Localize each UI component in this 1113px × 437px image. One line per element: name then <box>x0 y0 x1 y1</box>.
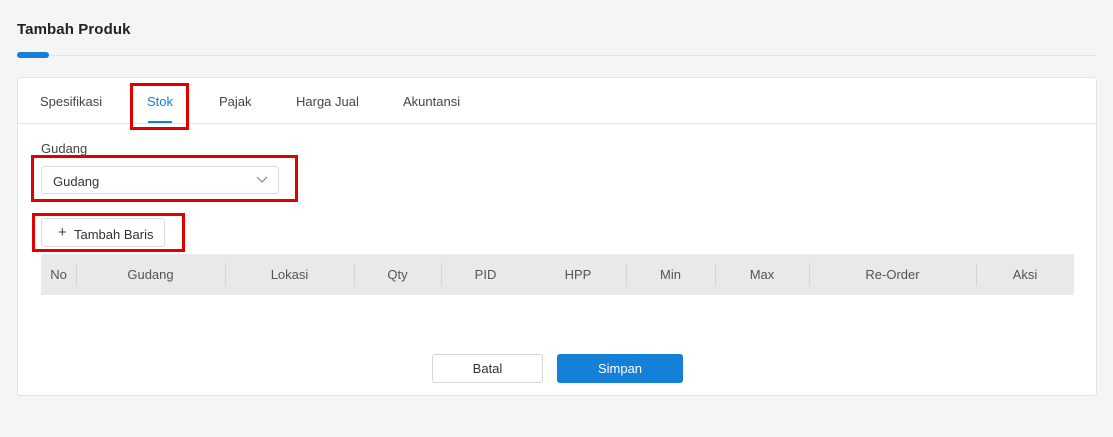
column-header-aksi: Aksi <box>1012 267 1038 282</box>
add-row-button[interactable]: + Tambah Baris <box>41 218 165 247</box>
column-header-gudang: Gudang <box>127 267 174 282</box>
column-header-lokasi: Lokasi <box>270 267 309 282</box>
cancel-button[interactable]: Batal <box>432 354 543 383</box>
tab-spesifikasi[interactable]: Spesifikasi <box>40 94 102 109</box>
warehouse-label: Gudang <box>41 141 88 156</box>
column-header-min: Min <box>660 267 681 282</box>
column-header-re-order: Re-Order <box>865 267 920 282</box>
column-header-pid: PID <box>474 267 497 282</box>
column-header-hpp: HPP <box>564 267 592 282</box>
header-divider <box>17 55 1097 56</box>
tab-bar: Spesifikasi Stok Pajak Harga Jual Akunta… <box>18 78 1096 124</box>
stock-table-header: No Gudang Lokasi Qty PID HPP Min Max Re-… <box>41 254 1074 295</box>
tab-pajak[interactable]: Pajak <box>219 94 252 109</box>
plus-icon: + <box>58 224 67 241</box>
product-form-card: Spesifikasi Stok Pajak Harga Jual Akunta… <box>17 77 1097 396</box>
tab-akuntansi[interactable]: Akuntansi <box>403 94 460 109</box>
column-header-max: Max <box>749 267 775 282</box>
tab-harga-jual[interactable]: Harga Jual <box>296 94 359 109</box>
header-accent-bar <box>17 52 49 58</box>
column-header-qty: Qty <box>387 267 408 282</box>
page-title: Tambah Produk <box>17 21 131 38</box>
tab-stok[interactable]: Stok <box>147 94 173 109</box>
warehouse-select-value: Gudang <box>53 174 100 189</box>
page-header: Tambah Produk <box>17 0 1097 60</box>
chevron-down-icon <box>256 176 268 183</box>
column-header-no: No <box>50 267 67 282</box>
add-row-label: Tambah Baris <box>74 227 154 242</box>
save-button[interactable]: Simpan <box>557 354 683 383</box>
warehouse-select[interactable]: Gudang <box>41 166 279 194</box>
active-tab-indicator <box>148 121 172 123</box>
